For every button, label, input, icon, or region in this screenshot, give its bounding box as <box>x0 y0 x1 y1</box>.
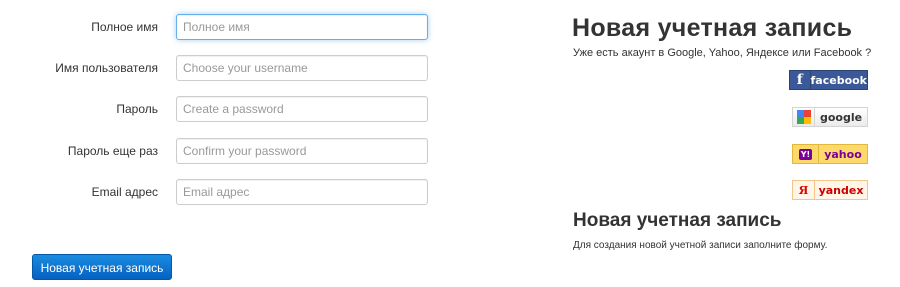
sidebar-title-secondary: Новая учетная запись <box>573 210 782 231</box>
password-label: Пароль <box>116 102 158 116</box>
full-name-row: Полное имя <box>0 14 440 40</box>
confirm-password-input[interactable] <box>176 138 428 164</box>
email-label: Email адрес <box>91 185 158 199</box>
facebook-login-button[interactable]: f facebook <box>789 70 868 90</box>
yahoo-icon: Y! <box>793 145 819 163</box>
sidebar-subtitle: Уже есть акаунт в Google, Yahoo, Яндексе… <box>573 47 872 59</box>
yandex-label: yandex <box>818 183 864 197</box>
email-row: Email адрес <box>0 179 440 205</box>
google-label: google <box>819 110 863 124</box>
facebook-icon: f <box>790 71 811 89</box>
password-row: Пароль <box>0 96 440 122</box>
yahoo-badge: Y! <box>798 148 813 160</box>
full-name-label: Полное имя <box>91 20 158 34</box>
create-account-button[interactable]: Новая учетная запись <box>32 254 172 280</box>
username-row: Имя пользователя <box>0 55 440 81</box>
registration-form: Полное имя Имя пользователя Пароль Парол… <box>0 0 440 287</box>
full-name-input[interactable] <box>176 14 428 40</box>
confirm-password-label: Пароль еще раз <box>67 144 158 158</box>
username-label: Имя пользователя <box>55 61 158 75</box>
confirm-password-row: Пароль еще раз <box>0 138 440 164</box>
google-login-button[interactable]: google <box>792 107 868 127</box>
facebook-label: facebook <box>810 73 868 87</box>
email-input[interactable] <box>176 179 428 205</box>
yandex-login-button[interactable]: Я yandex <box>792 180 868 200</box>
yahoo-label: yahoo <box>824 147 862 161</box>
password-input[interactable] <box>176 96 428 122</box>
username-input[interactable] <box>176 55 428 81</box>
yandex-icon: Я <box>793 181 815 199</box>
sidebar-instructions: Для создания новой учетной записи заполн… <box>573 240 828 251</box>
yahoo-login-button[interactable]: Y! yahoo <box>792 144 868 164</box>
google-icon <box>793 108 815 126</box>
sidebar-title: Новая учетная запись <box>572 14 853 42</box>
